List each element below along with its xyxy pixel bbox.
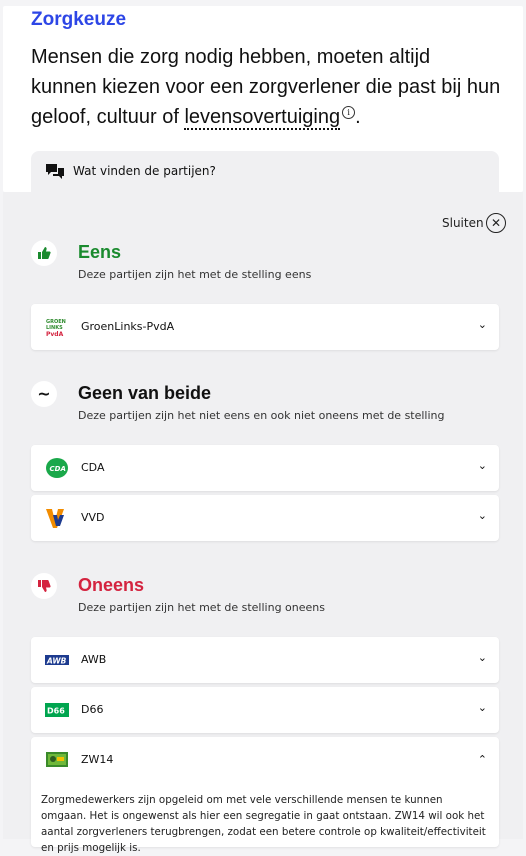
svg-text:PvdA: PvdA bbox=[46, 331, 64, 338]
d66-logo: D66 bbox=[45, 703, 69, 717]
topic-title: Zorgkeuze bbox=[31, 9, 127, 30]
svg-text:CDA: CDA bbox=[50, 465, 66, 473]
thumbs-down-icon bbox=[31, 573, 57, 599]
group-desc-geen-van-beide: Deze partijen zijn het niet eens en ook … bbox=[78, 409, 445, 422]
party-name: ZW14 bbox=[81, 753, 114, 766]
close-circle-icon[interactable]: ✕ bbox=[486, 213, 506, 233]
party-name: AWB bbox=[81, 653, 107, 666]
statement-term-link[interactable]: levensovertuiging bbox=[184, 106, 341, 130]
party-card-awb[interactable]: AWB AWB ⌄ bbox=[31, 637, 499, 683]
party-card-zw14-expanded: ZW14 ⌃ Zorgmedewerkers zijn opgeleid om … bbox=[31, 737, 499, 854]
statement-text: Mensen die zorg nodig hebben, moeten alt… bbox=[31, 42, 501, 132]
party-name: VVD bbox=[81, 511, 105, 524]
group-desc-eens: Deze partijen zijn het met de stelling e… bbox=[78, 268, 312, 281]
party-explanation: Zorgmedewerkers zijn opgeleid om met vel… bbox=[41, 794, 486, 854]
party-card-cda[interactable]: CDA CDA ⌄ bbox=[31, 445, 499, 491]
chevron-up-icon: ⌃ bbox=[477, 753, 487, 766]
chevron-down-icon: ⌄ bbox=[477, 651, 487, 664]
zw14-logo bbox=[46, 752, 68, 767]
party-card-vvd[interactable]: VVD ⌄ bbox=[31, 495, 499, 541]
party-card-zw14-header[interactable]: ZW14 ⌃ bbox=[31, 737, 499, 783]
statement-suffix: . bbox=[355, 106, 361, 128]
info-icon[interactable]: i bbox=[342, 106, 356, 120]
chevron-down-icon: ⌄ bbox=[477, 509, 487, 522]
party-name: D66 bbox=[81, 703, 104, 716]
party-card-d66[interactable]: D66 D66 ⌄ bbox=[31, 687, 499, 733]
group-desc-oneens: Deze partijen zijn het met de stelling o… bbox=[78, 601, 325, 614]
cda-logo: CDA bbox=[46, 458, 68, 478]
chevron-down-icon: ⌄ bbox=[477, 318, 487, 331]
close-label[interactable]: Sluiten bbox=[442, 216, 484, 230]
awb-logo: AWB bbox=[45, 655, 69, 666]
chevron-down-icon: ⌄ bbox=[477, 459, 487, 472]
thumbs-up-icon bbox=[31, 240, 57, 266]
vvd-logo bbox=[46, 509, 64, 528]
tilde-icon: ~ bbox=[31, 381, 57, 407]
svg-text:D66: D66 bbox=[47, 707, 65, 716]
svg-text:AWB: AWB bbox=[46, 657, 67, 666]
group-title-geen-van-beide: Geen van beide bbox=[78, 383, 212, 403]
chevron-down-icon: ⌄ bbox=[477, 701, 487, 714]
party-name: CDA bbox=[81, 461, 105, 474]
party-card-groenlinks-pvda[interactable]: GROEN LINKS PvdA GroenLinks-PvdA ⌄ bbox=[31, 304, 499, 350]
party-name: GroenLinks-PvdA bbox=[81, 320, 175, 333]
chat-bubbles-icon bbox=[46, 164, 64, 179]
parties-tab-label: Wat vinden de partijen? bbox=[73, 164, 216, 178]
group-title-eens: Eens bbox=[78, 242, 122, 262]
parties-tab[interactable]: Wat vinden de partijen? bbox=[31, 151, 499, 192]
groenlinks-pvda-logo: GROEN LINKS PvdA bbox=[46, 319, 66, 338]
group-title-oneens: Oneens bbox=[78, 575, 145, 595]
